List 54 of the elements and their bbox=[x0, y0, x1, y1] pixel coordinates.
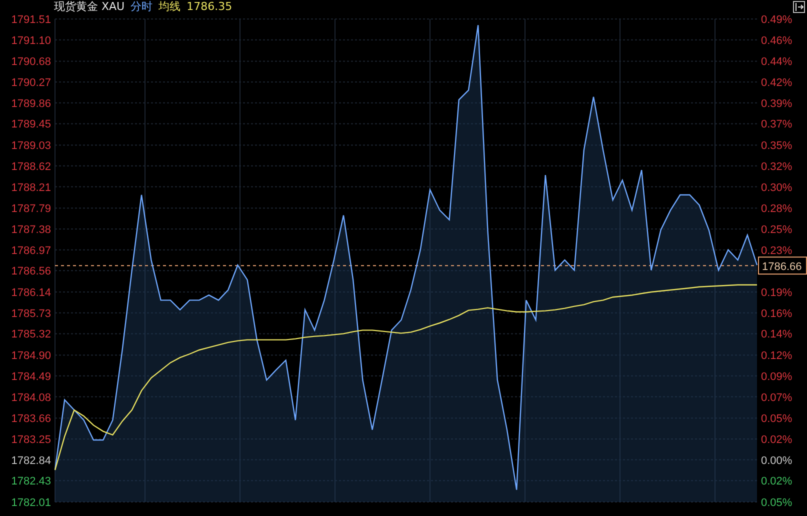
percent-axis-label: 0.28% bbox=[761, 203, 792, 216]
price-axis-label: 1785.73 bbox=[11, 308, 51, 320]
percent-axis-label: 0.35% bbox=[761, 140, 792, 152]
price-axis-label: 1782.84 bbox=[11, 454, 51, 467]
percent-axis-label: 0.12% bbox=[761, 350, 792, 362]
price-axis-label: 1783.25 bbox=[11, 434, 51, 446]
percent-axis-label: 0.32% bbox=[761, 160, 792, 173]
series-label: 分时 bbox=[130, 0, 153, 14]
percent-axis-label: 0.25% bbox=[761, 224, 792, 236]
price-axis-label: 1785.32 bbox=[11, 328, 51, 341]
percent-axis-label: 0.49% bbox=[761, 14, 792, 26]
percent-axis-label: 0.37% bbox=[761, 118, 792, 131]
percent-axis-label: 0.42% bbox=[761, 77, 792, 90]
price-axis-label: 1789.45 bbox=[11, 118, 51, 131]
percent-axis-label: 0.44% bbox=[761, 56, 792, 68]
percent-axis-label: 0.16% bbox=[761, 308, 792, 320]
price-axis-label: 1783.66 bbox=[11, 413, 51, 426]
price-axis-label: 1788.62 bbox=[11, 160, 51, 173]
percent-axis-label: 0.07% bbox=[761, 392, 792, 404]
price-axis-label: 1789.86 bbox=[11, 98, 51, 110]
price-axis-label: 1791.51 bbox=[11, 14, 51, 26]
price-axis-label: 1782.01 bbox=[11, 497, 51, 509]
percent-axis-label: 0.14% bbox=[761, 328, 792, 341]
percent-axis-label: 0.09% bbox=[761, 370, 792, 383]
percent-axis-label: 0.00% bbox=[761, 454, 792, 467]
price-axis-label: 1782.43 bbox=[11, 476, 51, 488]
price-axis-label: 1788.21 bbox=[11, 182, 51, 194]
price-axis-label: 1786.14 bbox=[11, 287, 51, 300]
percent-axis-label: 0.30% bbox=[761, 182, 792, 194]
exit-icon[interactable] bbox=[793, 1, 805, 13]
instrument-title: 现货黄金 XAU bbox=[54, 0, 125, 14]
percent-axis-label: 0.19% bbox=[761, 287, 792, 300]
percent-axis-label: 0.05% bbox=[761, 497, 792, 509]
series-label: 均线 bbox=[158, 0, 181, 14]
price-axis-label: 1787.38 bbox=[11, 224, 51, 236]
average-value: 1786.35 bbox=[186, 0, 232, 14]
price-axis-label: 1790.27 bbox=[11, 77, 51, 90]
price-axis-label: 1784.90 bbox=[11, 350, 51, 362]
price-axis-label: 1786.56 bbox=[11, 266, 51, 278]
price-axis-label: 1790.68 bbox=[11, 56, 51, 68]
price-axis-label: 1787.79 bbox=[11, 203, 51, 216]
price-axis-label: 1784.08 bbox=[11, 392, 51, 404]
price-axis-label: 1791.10 bbox=[11, 34, 51, 47]
percent-axis-label: 0.23% bbox=[761, 244, 792, 257]
percent-axis-label: 0.46% bbox=[761, 34, 792, 47]
ref-line-label: 1786.66 bbox=[762, 261, 802, 274]
price-axis-label: 1789.03 bbox=[11, 140, 51, 152]
percent-axis-label: 0.02% bbox=[761, 434, 792, 446]
percent-axis-label: 0.39% bbox=[761, 98, 792, 110]
percent-axis-label: 0.02% bbox=[761, 476, 792, 488]
price-axis-label: 1784.49 bbox=[11, 370, 51, 383]
last-price-tag: 1786.66 bbox=[758, 256, 807, 275]
price-axis-label: 1786.97 bbox=[11, 244, 51, 257]
percent-axis-label: 0.05% bbox=[761, 413, 792, 426]
